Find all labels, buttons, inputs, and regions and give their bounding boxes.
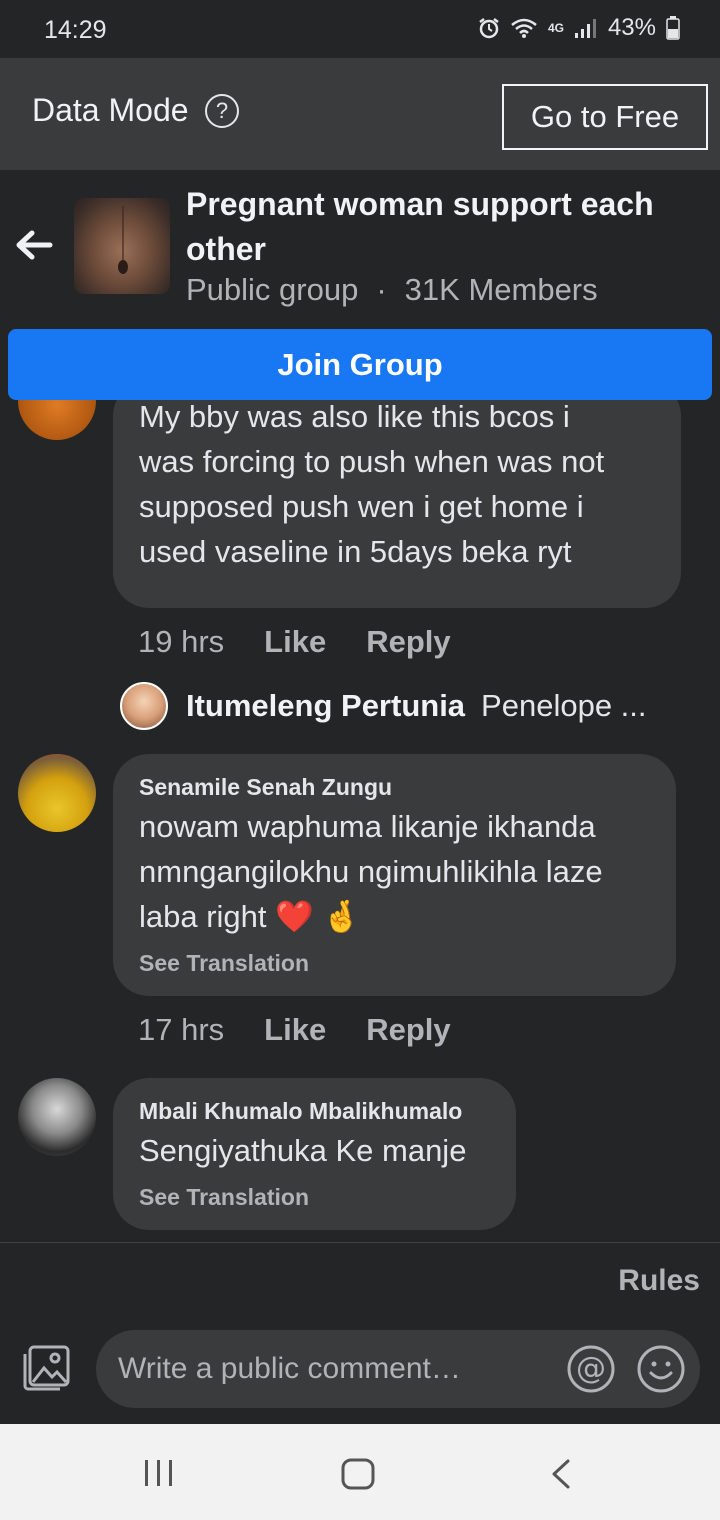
rules-link[interactable]: Rules xyxy=(618,1264,700,1298)
system-nav-bar xyxy=(0,1424,720,1520)
arrow-left-icon[interactable] xyxy=(14,228,54,262)
status-time: 14:29 xyxy=(44,16,107,44)
reply-button[interactable]: Reply xyxy=(366,624,450,660)
recent-apps-icon[interactable] xyxy=(142,1458,176,1488)
help-icon[interactable]: ? xyxy=(205,94,239,128)
go-to-free-button[interactable]: Go to Free xyxy=(502,84,708,150)
comment-input[interactable]: Write a public comment… @ xyxy=(96,1330,700,1408)
group-meta: Public group · 31K Members xyxy=(186,272,598,308)
comment-bubble[interactable]: My bby was also like this bcos i was for… xyxy=(113,400,681,608)
reply-button[interactable]: Reply xyxy=(366,1012,450,1048)
comment-text: nowam waphuma likanje ikhanda nmngangilo… xyxy=(139,809,603,934)
battery-icon xyxy=(666,16,680,40)
network-type: 4G xyxy=(547,21,564,35)
group-title[interactable]: Pregnant woman support each other xyxy=(186,182,686,272)
see-translation-link[interactable]: See Translation xyxy=(139,950,309,977)
divider xyxy=(0,1242,720,1243)
comment-author[interactable]: Senamile Senah Zungu xyxy=(139,774,392,801)
photo-icon[interactable] xyxy=(22,1344,72,1392)
group-header: Pregnant woman support each other Public… xyxy=(0,170,720,330)
home-icon[interactable] xyxy=(340,1458,376,1490)
avatar[interactable] xyxy=(18,1078,96,1156)
join-group-button[interactable]: Join Group xyxy=(8,329,712,400)
status-bar: 14:29 4G 43% xyxy=(0,0,720,58)
avatar[interactable] xyxy=(18,400,96,440)
comment-bubble[interactable]: Mbali Khumalo Mbalikhumalo Sengiyathuka … xyxy=(113,1078,516,1230)
comment-text: My bby was also like this bcos i was for… xyxy=(139,400,605,569)
group-cover-image[interactable] xyxy=(74,198,170,294)
comment-text: Sengiyathuka Ke manje xyxy=(139,1133,467,1168)
like-button[interactable]: Like xyxy=(264,624,326,660)
comment-actions: 19 hrs Like Reply xyxy=(138,624,451,660)
reply-author[interactable]: Itumeleng Pertunia xyxy=(186,688,465,724)
smile-icon[interactable] xyxy=(636,1344,686,1394)
avatar[interactable] xyxy=(18,754,96,832)
reply-text: Penelope ... xyxy=(481,688,647,723)
comments-feed[interactable]: My bby was also like this bcos i was for… xyxy=(0,400,720,1242)
comment-bubble[interactable]: Senamile Senah Zungu nowam waphuma likan… xyxy=(113,754,676,996)
like-button[interactable]: Like xyxy=(264,1012,326,1048)
group-members[interactable]: 31K Members xyxy=(405,272,598,307)
comment-placeholder: Write a public comment… xyxy=(118,1352,461,1385)
chevron-left-icon[interactable] xyxy=(548,1458,574,1490)
reply-preview[interactable]: Itumeleng Pertunia Penelope ... xyxy=(120,682,647,730)
wifi-icon xyxy=(511,18,537,38)
battery-percent: 43% xyxy=(607,14,656,41)
meta-separator: · xyxy=(376,272,387,307)
data-mode-label: Data Mode xyxy=(32,92,189,128)
svg-text:@: @ xyxy=(576,1351,606,1386)
signal-icon xyxy=(574,19,596,38)
at-icon[interactable]: @ xyxy=(566,1344,616,1394)
see-translation-link[interactable]: See Translation xyxy=(139,1184,309,1211)
comment-time[interactable]: 19 hrs xyxy=(138,624,224,660)
comment-author[interactable]: Mbali Khumalo Mbalikhumalo xyxy=(139,1098,462,1125)
reply-avatar xyxy=(120,682,168,730)
comment-time[interactable]: 17 hrs xyxy=(138,1012,224,1048)
comment-actions: 17 hrs Like Reply xyxy=(138,1012,451,1048)
group-privacy: Public group xyxy=(186,272,359,307)
status-icons: 4G 43% xyxy=(478,14,680,42)
alarm-icon xyxy=(479,18,499,39)
